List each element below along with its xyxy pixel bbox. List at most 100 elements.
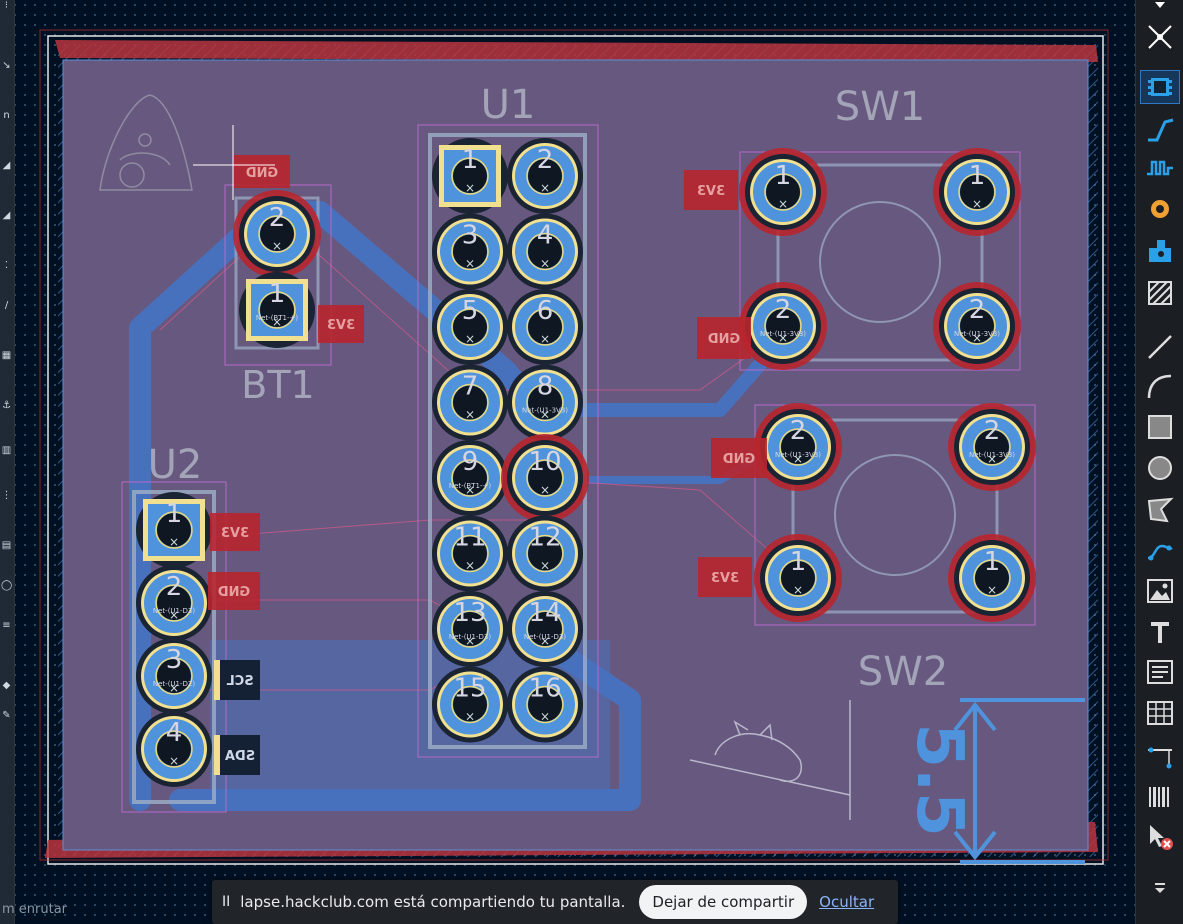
- route-icon[interactable]: /: [1, 300, 12, 311]
- units-icon[interactable]: n: [1, 110, 12, 121]
- polygon-icon[interactable]: [1140, 493, 1180, 527]
- more-icon[interactable]: [1140, 872, 1180, 906]
- pad-16[interactable]: 16 ×: [507, 666, 583, 743]
- inspect-icon[interactable]: ↘: [1, 60, 12, 71]
- pad-number: 1: [269, 279, 286, 309]
- svg-text:×: ×: [465, 257, 475, 271]
- pad-2[interactable]: 2Net-(U1-3V3)×: [933, 282, 1021, 370]
- pad-2[interactable]: 2×: [507, 138, 583, 214]
- dimension-icon[interactable]: [1140, 738, 1180, 772]
- svg-text:×: ×: [540, 559, 550, 573]
- pad-13[interactable]: 13Net-(U1-D3)×: [432, 591, 508, 667]
- pad-number: 8: [537, 372, 554, 402]
- layer-icon[interactable]: ⁚: [1, 260, 12, 271]
- lines-icon[interactable]: ≡: [1, 620, 12, 631]
- rectangle-icon[interactable]: [1140, 410, 1180, 444]
- pad-2[interactable]: 2Net-(U1-3V3)×: [754, 403, 842, 491]
- pad-number: 13: [453, 598, 486, 628]
- pad-12[interactable]: 12 ×: [507, 515, 583, 592]
- highlight-icon[interactable]: ◆: [1, 680, 12, 691]
- pad-10[interactable]: 10 ×: [501, 434, 589, 522]
- text-icon[interactable]: [1140, 615, 1180, 649]
- anchor-icon[interactable]: ⚓: [1, 400, 12, 411]
- pcb-canvas[interactable]: U1 1 × 2 × 3 × 4 × 5 × 6 × 7 × 8 Net-(U1-3V3) × 9 Net-(BT1…: [0, 0, 1135, 924]
- status-bar-text: m enrutar: [2, 902, 68, 917]
- svg-text:×: ×: [169, 608, 179, 622]
- cursor-icon[interactable]: ◢: [1, 160, 12, 171]
- pad-number: 5: [462, 296, 479, 326]
- hatch-icon[interactable]: ▦: [1, 350, 12, 361]
- route-diff-pair-icon[interactable]: [1140, 20, 1180, 54]
- svg-text:×: ×: [465, 710, 475, 724]
- pad-1[interactable]: 1×: [739, 148, 827, 236]
- textbox-icon[interactable]: [1140, 655, 1180, 689]
- pad-1[interactable]: 1×: [432, 138, 508, 214]
- pad-2[interactable]: 2Net-(U1-D3)×: [136, 565, 212, 641]
- pad-8[interactable]: 8Net-(U1-3V3)×: [507, 364, 583, 441]
- via-icon[interactable]: [1140, 192, 1180, 226]
- pad-number: 7: [462, 372, 479, 402]
- pad-7[interactable]: 7×: [432, 364, 508, 441]
- hide-link[interactable]: Ocultar: [819, 893, 874, 911]
- pad-3[interactable]: 3×: [432, 213, 508, 290]
- u1-reference: U1: [481, 82, 536, 128]
- circle-icon[interactable]: [1140, 451, 1180, 485]
- right-toolbar: [1135, 0, 1183, 924]
- svg-text:×: ×: [465, 559, 475, 573]
- left-toolbar: ⁝ ↘ n ◢ ◢ ⁚ / ▦ ⚓ ▥ ⋮ ▤ ◯ ≡ ◆ ✎: [0, 0, 15, 924]
- bezier-icon[interactable]: [1140, 534, 1180, 568]
- footprint-icon[interactable]: [1140, 70, 1180, 104]
- svg-text:GND: GND: [708, 332, 741, 347]
- ratsnest-icon[interactable]: ⋮: [1, 490, 12, 501]
- pad-1[interactable]: 1Net-(BT1-+)×: [239, 272, 315, 348]
- pad-2[interactable]: 2Net-(U1-3V3)×: [948, 403, 1036, 491]
- fill-zone-icon[interactable]: [1140, 276, 1180, 310]
- pad-number: 12: [528, 523, 561, 553]
- barcode-icon[interactable]: [1140, 780, 1180, 814]
- route-track-icon[interactable]: [1140, 112, 1180, 146]
- pad-1[interactable]: 1×: [136, 492, 212, 568]
- pad-number: 1: [166, 499, 183, 529]
- svg-text:×: ×: [465, 332, 475, 346]
- pad-1[interactable]: 1×: [948, 534, 1036, 622]
- pad-number: 2: [166, 572, 183, 602]
- svg-text:×: ×: [778, 197, 788, 211]
- share-message: lapse.hackclub.com está compartiendo tu …: [240, 893, 626, 911]
- pad-1[interactable]: 1×: [933, 148, 1021, 236]
- pad-4[interactable]: 4×: [136, 711, 212, 787]
- circle-icon[interactable]: ◯: [1, 580, 12, 591]
- pad-15[interactable]: 15 ×: [432, 666, 508, 743]
- table-icon[interactable]: [1140, 696, 1180, 730]
- pad-14[interactable]: 14Net-(U1-D3)×: [507, 591, 583, 667]
- svg-text:×: ×: [540, 408, 550, 422]
- add-footprint-icon[interactable]: [1140, 234, 1180, 268]
- pad-5[interactable]: 5×: [432, 289, 508, 365]
- grid-view-icon[interactable]: ▥: [1, 445, 12, 456]
- pad-number: 14: [528, 598, 561, 628]
- pad-6[interactable]: 6×: [507, 289, 583, 365]
- pad-number: 1: [462, 145, 479, 175]
- pad-3[interactable]: 3Net-(U1-D2)×: [136, 638, 212, 714]
- line-icon[interactable]: [1140, 330, 1180, 364]
- pad-number: 3: [462, 221, 479, 251]
- pad-4[interactable]: 4×: [507, 213, 583, 290]
- image-icon[interactable]: [1140, 574, 1180, 608]
- pad-2[interactable]: 2×: [233, 190, 321, 278]
- pen-icon[interactable]: ✎: [1, 710, 12, 721]
- svg-text:×: ×: [778, 331, 788, 345]
- delete-tool-icon[interactable]: [1140, 820, 1180, 854]
- pad-9[interactable]: 9Net-(BT1-+)×: [432, 440, 508, 516]
- grid-icon[interactable]: ⁝: [1, 0, 12, 11]
- tune-length-icon[interactable]: [1140, 152, 1180, 186]
- arc-icon[interactable]: [1140, 370, 1180, 404]
- sw1-reference: SW1: [835, 84, 925, 130]
- pad-11[interactable]: 11 ×: [432, 515, 508, 592]
- layers-icon[interactable]: ▤: [1, 540, 12, 551]
- svg-text:×: ×: [465, 483, 475, 497]
- stop-sharing-button[interactable]: Dejar de compartir: [639, 885, 808, 919]
- pcb-view[interactable]: U1 1×2×3×4×5×6×7×8Net-(U1-3V3)×9Net-(BT1…: [0, 0, 1135, 924]
- pad-icon[interactable]: ◢: [1, 210, 12, 221]
- pad-1[interactable]: 1×: [754, 534, 842, 622]
- pad-number: 2: [537, 145, 554, 175]
- pad-2[interactable]: 2Net-(U1-3V3)×: [739, 282, 827, 370]
